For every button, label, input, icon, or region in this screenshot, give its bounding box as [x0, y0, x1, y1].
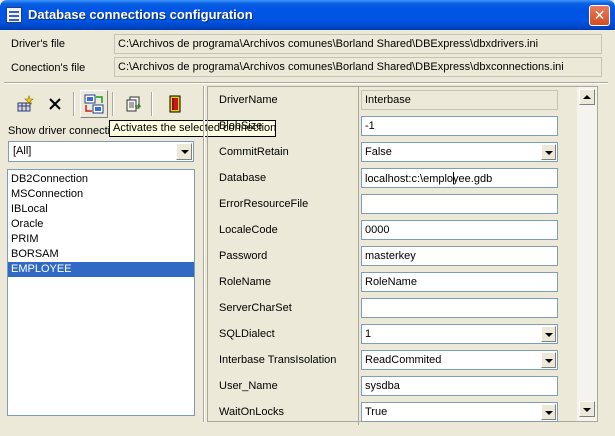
activate-connection-icon: [84, 94, 104, 114]
property-value-field[interactable]: [361, 298, 558, 318]
property-value-field[interactable]: localhost:c:\employee.gdb: [361, 168, 558, 188]
connection-list-item[interactable]: EMPLOYEE: [8, 262, 194, 277]
connection-list-item[interactable]: PRIM: [8, 232, 194, 247]
activate-connection-button[interactable]: [80, 90, 108, 118]
property-row: BlobSize -1: [208, 113, 599, 139]
connection-list-item[interactable]: BORSAM: [8, 247, 194, 262]
property-name: RoleName: [219, 276, 271, 288]
connections-list[interactable]: DB2Connection MSConnection IBLocal Oracle PR…: [7, 169, 195, 416]
property-row: ErrorResourceFile: [208, 191, 599, 217]
property-value-select[interactable]: False: [361, 142, 558, 162]
property-value-field: Interbase: [361, 90, 558, 110]
properties-scrollbar[interactable]: [577, 87, 597, 421]
property-name: DriverName: [219, 94, 278, 106]
exit-button[interactable]: [161, 90, 189, 118]
driver-filter-value: [All]: [13, 145, 32, 157]
window-title: Database connections configuration: [28, 7, 253, 22]
property-row: User_Name sysdba: [208, 373, 599, 399]
property-name: SQLDialect: [219, 328, 275, 340]
property-row: Password masterkey: [208, 243, 599, 269]
driver-file-field[interactable]: C:\Archivos de programa\Archivos comunes…: [114, 34, 602, 54]
copy-connection-icon: [126, 96, 142, 112]
property-name: Password: [219, 250, 268, 262]
header-separator: [4, 82, 608, 84]
title-bar[interactable]: Database connections configuration ✕: [0, 0, 615, 30]
property-name: CommitRetain: [219, 146, 289, 158]
connection-toolbar: [7, 90, 199, 120]
property-name: WaitOnLocks: [219, 406, 285, 418]
chevron-down-icon[interactable]: [541, 326, 556, 342]
property-value-field[interactable]: [361, 194, 558, 214]
property-value-field[interactable]: 0000: [361, 220, 558, 240]
delete-connection-icon: [49, 98, 61, 110]
property-name: ServerCharSet: [219, 302, 292, 314]
property-row: DriverName Interbase: [208, 87, 599, 113]
property-name: User_Name: [219, 380, 278, 392]
scroll-up-button[interactable]: [579, 89, 595, 105]
chevron-down-icon[interactable]: [541, 352, 556, 368]
property-name: ErrorResourceFile: [219, 198, 309, 210]
connection-list-item[interactable]: DB2Connection: [8, 172, 194, 187]
property-row: Interbase TransIsolation ReadCommited: [208, 347, 599, 373]
property-value-select[interactable]: True: [361, 402, 558, 422]
connection-list-item[interactable]: MSConnection: [8, 187, 194, 202]
chevron-down-icon[interactable]: [541, 144, 556, 160]
property-row: SQLDialect 1: [208, 321, 599, 347]
chevron-down-icon[interactable]: [176, 143, 192, 160]
property-value-field[interactable]: sysdba: [361, 376, 558, 396]
property-value-field[interactable]: RoleName: [361, 272, 558, 292]
property-row: Database localhost:c:\employee.gdb: [208, 165, 599, 191]
add-connection-icon: [17, 95, 34, 112]
property-name: Interbase TransIsolation: [219, 354, 337, 366]
property-value-select[interactable]: 1: [361, 324, 558, 344]
property-value-field[interactable]: -1: [361, 116, 558, 136]
property-name: Database: [219, 172, 267, 184]
property-value-select[interactable]: ReadCommited: [361, 350, 558, 370]
connection-properties-grid: WaitOnLocks True User_Name sysdba Interbase …: [207, 86, 599, 425]
close-button[interactable]: ✕: [589, 5, 610, 26]
connection-list-item[interactable]: IBLocal: [8, 202, 194, 217]
app-icon[interactable]: [6, 7, 22, 23]
add-connection-button[interactable]: [11, 90, 39, 118]
property-name: BlobSize: [219, 120, 263, 132]
driver-filter-select[interactable]: [All]: [8, 141, 194, 162]
property-row: ServerCharSet: [208, 295, 599, 321]
delete-connection-button[interactable]: [41, 90, 69, 118]
connection-list-item[interactable]: Oracle: [8, 217, 194, 232]
chevron-down-icon[interactable]: [541, 404, 556, 420]
property-row: CommitRetain False: [208, 139, 599, 165]
property-name: LocaleCode: [219, 224, 278, 236]
show-driver-connections-label: Show driver connecti: [8, 125, 111, 137]
scroll-down-button[interactable]: [579, 401, 595, 417]
property-row: WaitOnLocks True: [208, 399, 599, 425]
property-row: RoleName RoleName: [208, 269, 599, 295]
property-value-field[interactable]: masterkey: [361, 246, 558, 266]
property-row: LocaleCode 0000: [208, 217, 599, 243]
driver-file-label: Driver's file: [11, 38, 66, 50]
copy-connection-button[interactable]: [119, 90, 147, 118]
connection-file-label: Conection's file: [11, 62, 86, 74]
connection-file-field[interactable]: C:\Archivos de programa\Archivos comunes…: [114, 57, 602, 77]
exit-icon: [169, 95, 181, 113]
panel-splitter[interactable]: [203, 86, 205, 422]
